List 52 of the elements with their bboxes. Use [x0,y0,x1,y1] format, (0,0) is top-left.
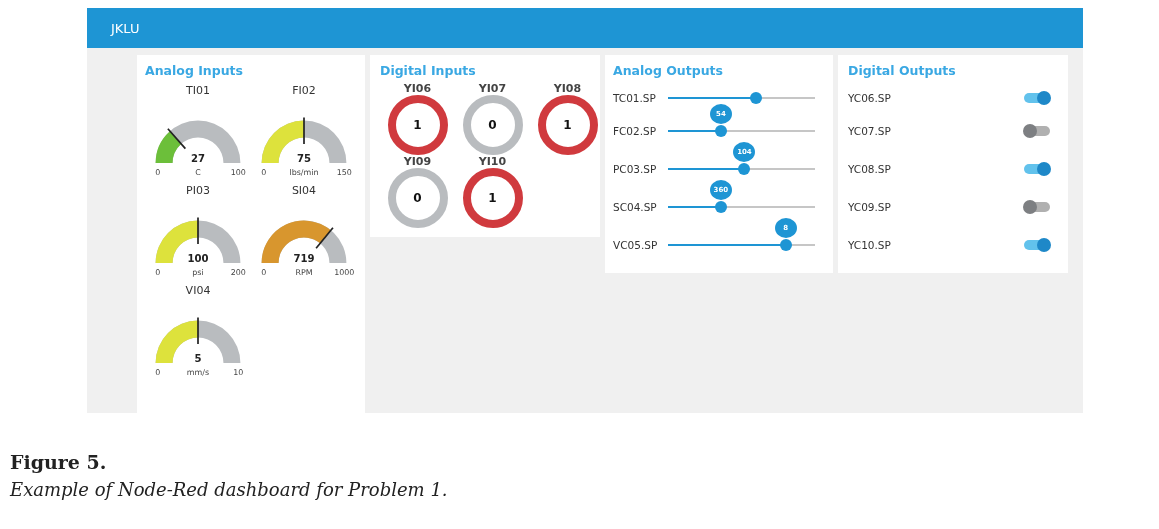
indicator-label: YI10 [478,155,507,168]
card-title: Analog Inputs [145,63,244,78]
figure-label: Figure 5. [10,451,108,473]
slider-track[interactable] [668,92,815,104]
switch-label: YC10.SP [848,239,891,251]
gauge-label: FI02 [292,84,316,99]
slider-thumb[interactable] [750,92,763,104]
gauge-value: 27 [191,152,205,164]
gauge-label: VI04 [185,284,211,299]
gauge-value: 5 [194,352,202,364]
gauge-label: SI04 [291,184,317,199]
indicator-value: 0 [488,118,497,132]
toggle-switch[interactable] [1024,164,1050,174]
slider-label: FC02.SP [613,125,658,137]
indicator-value: 1 [413,118,422,132]
slider-track[interactable] [668,125,815,137]
indicator-label: YI09 [403,155,432,168]
toggle-switch[interactable] [1024,126,1050,136]
gauge-value: 100 [187,252,209,264]
slider-thumb[interactable] [779,239,792,251]
slider-track[interactable] [668,239,815,251]
gauge-value: 75 [297,152,311,164]
toggle-switch[interactable] [1024,93,1050,103]
switch-label: YC06.SP [848,92,891,104]
slider-thumb[interactable] [714,125,727,137]
slider-thumb[interactable] [714,201,727,213]
card-title: Digital Outputs [848,63,957,78]
gauge-label: PI03 [186,184,210,199]
gauge-value: 719 [293,252,315,264]
indicator-label: YI06 [403,82,432,95]
switch-label: YC09.SP [848,201,891,213]
indicator-value: 1 [563,118,572,132]
slider-label: SC04.SP [613,201,658,213]
slider-thumb[interactable] [738,163,751,175]
slider-label: VC05.SP [613,239,659,251]
gauge-label: TI01 [186,84,210,99]
app-title: JKLU [111,20,140,36]
toggle-switch[interactable] [1024,240,1050,250]
figure-caption: Example of Node-Red dashboard for Problem 1. [10,479,449,500]
indicator-value: 1 [488,191,497,205]
toggle-switch[interactable] [1024,202,1050,212]
slider-label: TC01.SP [613,92,657,104]
indicator-value: 0 [413,191,422,205]
indicator-label: YI07 [478,82,507,95]
switch-label: YC07.SP [848,125,891,137]
slider-label: PC03.SP [613,163,658,175]
switch-label: YC08.SP [848,163,891,175]
card-title: Digital Inputs [380,63,477,78]
slider-track[interactable] [668,163,815,175]
card-title: Analog Outputs [613,63,724,78]
slider-track[interactable] [668,201,815,213]
indicator-label: YI08 [553,82,582,95]
